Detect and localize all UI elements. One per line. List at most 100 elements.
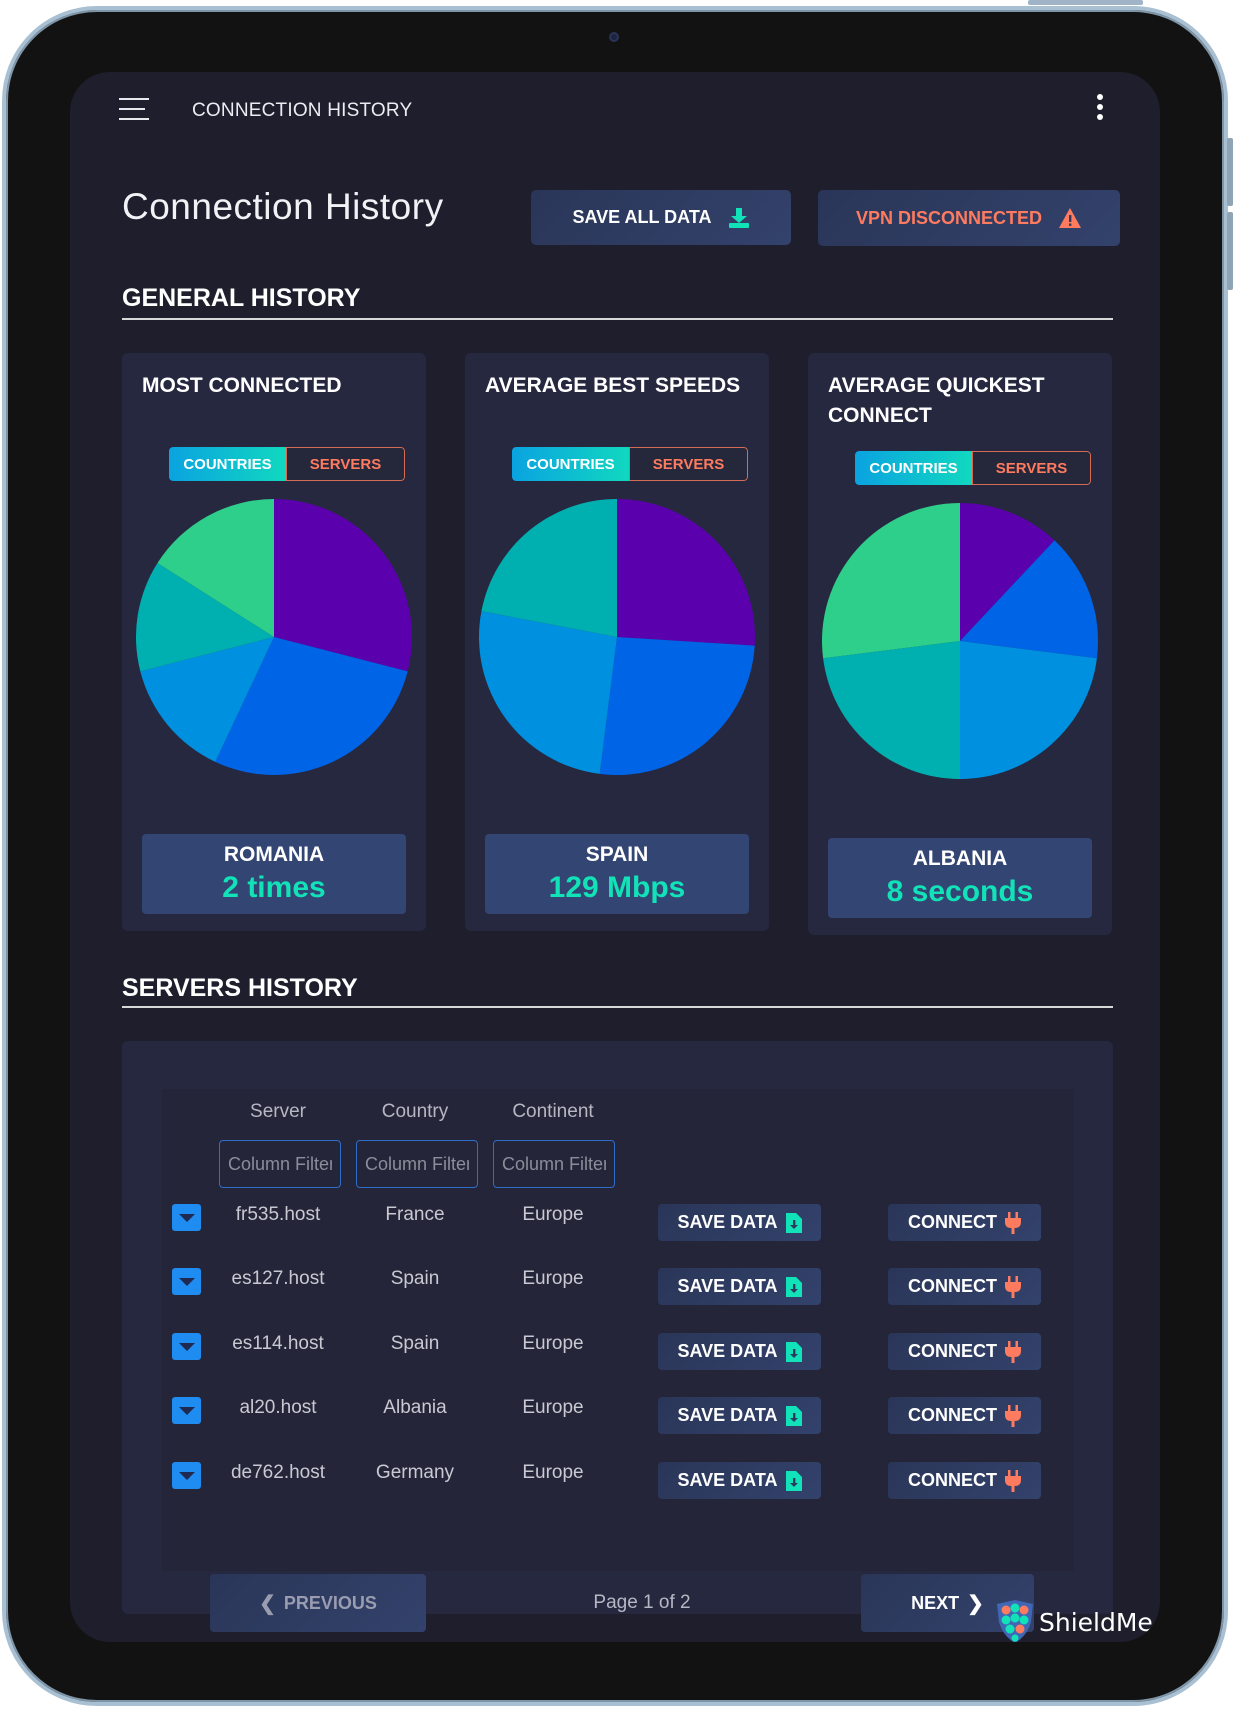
camera-icon bbox=[609, 32, 619, 42]
toggle-servers[interactable]: SERVERS bbox=[286, 447, 405, 481]
pie-slice bbox=[960, 641, 1097, 779]
save-data-button[interactable]: SAVE DATA bbox=[658, 1397, 821, 1434]
server-cell: fr535.host bbox=[235, 1204, 321, 1225]
server-cell: es127.host bbox=[231, 1268, 325, 1289]
stat-name: SPAIN bbox=[585, 843, 649, 866]
table-row: fr535.host France Europe SAVE DATA CONNECT bbox=[162, 1194, 1074, 1258]
brand-name: ShieldMe bbox=[1039, 1607, 1153, 1637]
server-cell: de762.host bbox=[230, 1462, 326, 1483]
connect-label: CONNECT bbox=[908, 1470, 997, 1490]
toggle-servers[interactable]: SERVERS bbox=[629, 447, 748, 481]
toggle-servers[interactable]: SERVERS bbox=[972, 451, 1091, 485]
expand-row-button[interactable] bbox=[172, 1462, 201, 1489]
file-download-icon bbox=[785, 1276, 802, 1297]
connect-button[interactable]: CONNECT bbox=[888, 1333, 1041, 1370]
connect-button[interactable]: CONNECT bbox=[888, 1204, 1041, 1241]
column-header-country[interactable]: Country bbox=[345, 1101, 485, 1123]
plug-icon bbox=[1005, 1275, 1021, 1298]
volume-up-button bbox=[1227, 138, 1233, 206]
power-button bbox=[1028, 0, 1143, 5]
countries-servers-toggle: COUNTRIES SERVERS bbox=[512, 447, 748, 481]
connect-button[interactable]: CONNECT bbox=[888, 1462, 1041, 1499]
save-data-button[interactable]: SAVE DATA bbox=[658, 1204, 821, 1241]
country-cell: Germany bbox=[375, 1462, 455, 1483]
vpn-status-button[interactable]: VPN DISCONNECTED bbox=[818, 190, 1120, 246]
country-cell: France bbox=[385, 1204, 445, 1225]
save-all-data-button[interactable]: SAVE ALL DATA bbox=[531, 190, 791, 245]
chevron-left-icon: ❮ bbox=[259, 1592, 276, 1615]
stat-name: ALBANIA bbox=[912, 847, 1008, 870]
kebab-menu-icon[interactable] bbox=[1090, 92, 1110, 122]
previous-page-button[interactable]: ❮ PREVIOUS bbox=[210, 1574, 426, 1632]
page-indicator: Page 1 of 2 bbox=[593, 1592, 691, 1613]
server-filter-input[interactable] bbox=[219, 1140, 341, 1188]
pie-chart bbox=[136, 499, 413, 775]
save-data-label: SAVE DATA bbox=[677, 1276, 778, 1296]
toggle-countries[interactable]: COUNTRIES bbox=[512, 447, 629, 481]
file-download-icon bbox=[785, 1470, 802, 1491]
save-data-button[interactable]: SAVE DATA bbox=[658, 1333, 821, 1370]
pie-slice bbox=[617, 499, 755, 646]
save-data-label: SAVE DATA bbox=[677, 1470, 778, 1490]
continent-cell: Europe bbox=[522, 1462, 584, 1483]
card-title: AVERAGE QUICKEST CONNECT bbox=[828, 374, 1045, 427]
expand-row-button[interactable] bbox=[172, 1204, 201, 1231]
general-history-heading: GENERAL HISTORY bbox=[122, 284, 361, 312]
file-download-icon bbox=[785, 1212, 802, 1233]
connect-label: CONNECT bbox=[908, 1341, 997, 1361]
stat-value: 8 seconds bbox=[886, 875, 1034, 908]
save-data-button[interactable]: SAVE DATA bbox=[658, 1268, 821, 1305]
table-row: es127.host Spain Europe SAVE DATA CONNECT bbox=[162, 1258, 1074, 1322]
app-screen: CONNECTION HISTORY Connection History SA… bbox=[70, 72, 1160, 1642]
pie-slice bbox=[599, 637, 755, 775]
expand-row-button[interactable] bbox=[172, 1333, 201, 1360]
toggle-countries[interactable]: COUNTRIES bbox=[169, 447, 286, 481]
continent-cell: Europe bbox=[522, 1397, 584, 1418]
table-row: al20.host Albania Europe SAVE DATA CONNECT bbox=[162, 1387, 1074, 1451]
hamburger-icon[interactable] bbox=[119, 98, 149, 120]
countries-servers-toggle: COUNTRIES SERVERS bbox=[169, 447, 405, 481]
vpn-status-label: VPN DISCONNECTED bbox=[855, 207, 1043, 228]
country-filter-input[interactable] bbox=[356, 1140, 478, 1188]
servers-table-panel: Server Country Continent fr535.host Franc… bbox=[122, 1041, 1113, 1632]
pie-chart bbox=[822, 503, 1098, 779]
plug-icon bbox=[1005, 1340, 1021, 1363]
country-cell: Albania bbox=[383, 1397, 447, 1418]
country-cell: Spain bbox=[390, 1333, 440, 1354]
continent-cell: Europe bbox=[522, 1333, 584, 1354]
plug-icon bbox=[1005, 1469, 1021, 1492]
stat-box: SPAIN 129 Mbps bbox=[485, 834, 749, 914]
table-row: es114.host Spain Europe SAVE DATA CONNECT bbox=[162, 1323, 1074, 1387]
file-download-icon bbox=[785, 1405, 802, 1426]
toggle-countries[interactable]: COUNTRIES bbox=[855, 451, 972, 485]
section-divider bbox=[122, 1006, 1113, 1008]
connect-button[interactable]: CONNECT bbox=[888, 1397, 1041, 1434]
chevron-right-icon: ❯ bbox=[967, 1592, 984, 1615]
continent-cell: Europe bbox=[522, 1204, 584, 1225]
pie-slice bbox=[822, 503, 960, 659]
countries-servers-toggle: COUNTRIES SERVERS bbox=[855, 451, 1091, 485]
table-row: de762.host Germany Europe SAVE DATA CONNECT bbox=[162, 1452, 1074, 1516]
expand-row-button[interactable] bbox=[172, 1268, 201, 1295]
next-label: NEXT bbox=[911, 1592, 960, 1613]
connect-button[interactable]: CONNECT bbox=[888, 1268, 1041, 1305]
column-header-continent[interactable]: Continent bbox=[483, 1101, 623, 1123]
expand-row-button[interactable] bbox=[172, 1397, 201, 1424]
stat-box: ROMANIA 2 times bbox=[142, 834, 406, 914]
save-data-label: SAVE DATA bbox=[677, 1341, 778, 1361]
save-data-label: SAVE DATA bbox=[677, 1405, 778, 1425]
card-title: MOST CONNECTED bbox=[142, 374, 342, 397]
continent-filter-input[interactable] bbox=[493, 1140, 615, 1188]
servers-table: Server Country Continent fr535.host Franc… bbox=[162, 1089, 1074, 1632]
country-cell: Spain bbox=[390, 1268, 440, 1289]
connect-label: CONNECT bbox=[908, 1276, 997, 1296]
section-divider bbox=[122, 318, 1113, 320]
average-quickest-connect-card: AVERAGE QUICKEST CONNECT COUNTRIES SERVE… bbox=[808, 353, 1112, 935]
stat-value: 2 times bbox=[222, 871, 326, 904]
save-data-button[interactable]: SAVE DATA bbox=[658, 1462, 821, 1499]
volume-down-button bbox=[1227, 212, 1233, 290]
download-icon bbox=[728, 207, 749, 228]
column-header-server[interactable]: Server bbox=[208, 1101, 348, 1123]
file-download-icon bbox=[785, 1341, 802, 1362]
server-cell: es114.host bbox=[232, 1333, 324, 1354]
